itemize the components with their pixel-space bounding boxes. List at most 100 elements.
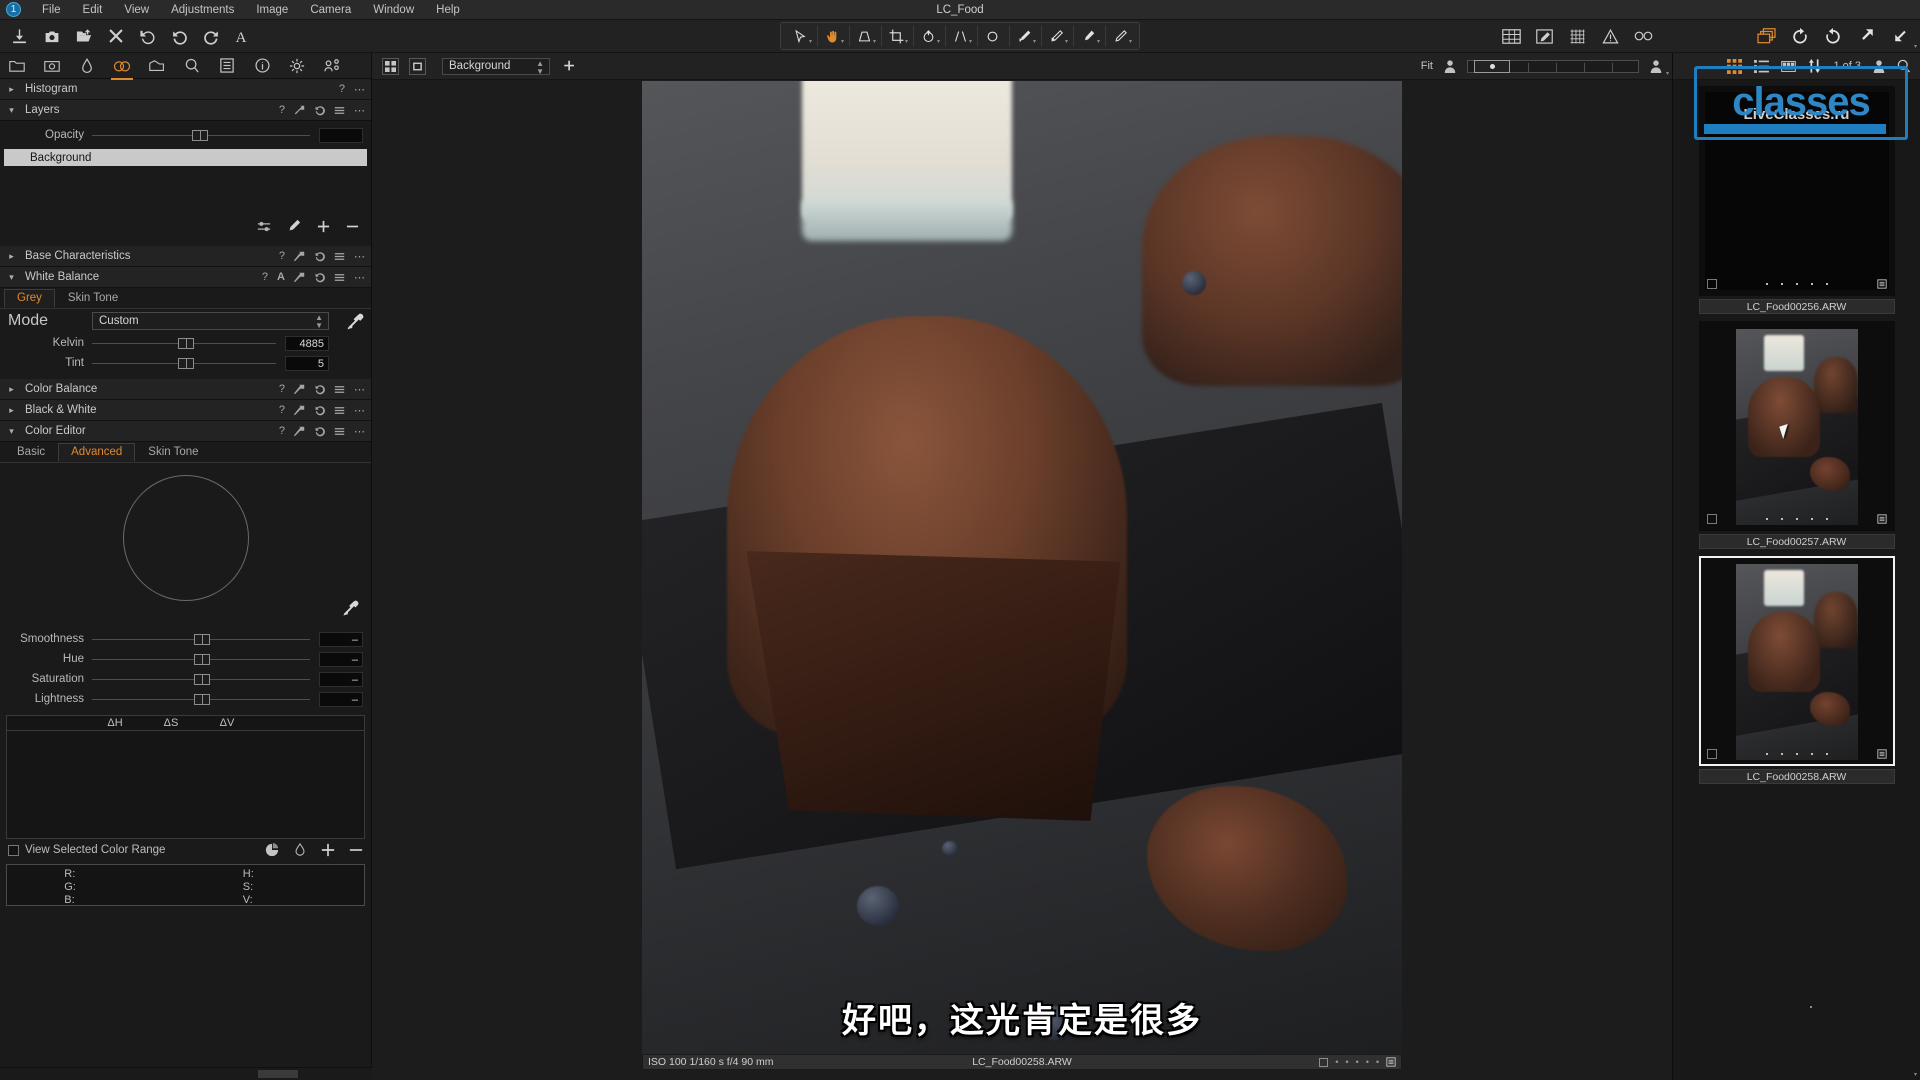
photo-preview[interactable] (642, 81, 1402, 1066)
tool-histogram-header[interactable]: ▸ Histogram ? ⋯ (0, 79, 371, 100)
wb-tint-value[interactable]: 5 (285, 355, 329, 371)
menu-view[interactable]: View (113, 4, 160, 16)
tool-tab-lens[interactable] (78, 57, 96, 75)
menu-help[interactable]: Help (425, 4, 471, 16)
collapse-icon[interactable] (1889, 27, 1908, 46)
pie-icon[interactable] (265, 843, 279, 857)
tool-tab-adjustments[interactable] (218, 57, 236, 75)
menu-adjustments[interactable]: Adjustments (160, 4, 245, 16)
keystone-tool[interactable]: ▾ (849, 25, 879, 47)
tab-advanced[interactable]: Advanced (58, 443, 136, 462)
more-icon[interactable]: ⋯ (354, 104, 365, 117)
metadata-icon[interactable] (1876, 749, 1887, 759)
thumbnail-frame[interactable] (1698, 321, 1895, 531)
more-icon[interactable]: ⋯ (354, 250, 365, 263)
reset-icon[interactable] (294, 405, 305, 416)
redo-icon[interactable] (202, 27, 221, 46)
ce-lightness-knob[interactable] (194, 693, 211, 705)
undo-all-icon[interactable] (138, 27, 157, 46)
color-tag-icon[interactable] (1706, 514, 1717, 524)
tool-color-editor-header[interactable]: ▾ Color Editor ? ⋯ (0, 421, 371, 442)
menu-icon[interactable] (334, 427, 345, 436)
tool-white-balance-header[interactable]: ▾ White Balance ? A ⋯ (0, 267, 371, 288)
grid-view-icon[interactable] (1727, 58, 1743, 74)
more-icon[interactable]: ⋯ (354, 383, 365, 396)
view-selected-color-range-checkbox[interactable] (8, 844, 19, 856)
help-icon[interactable]: ? (279, 383, 285, 395)
help-icon[interactable]: ? (279, 104, 285, 116)
wb-kelvin-value[interactable]: 4885 (285, 335, 329, 351)
image-canvas[interactable] (642, 81, 1402, 1066)
ce-smoothness-slider[interactable] (92, 633, 310, 645)
auto-icon[interactable]: A (277, 271, 285, 283)
tool-tab-color[interactable] (111, 57, 133, 80)
zoom-slider-knob[interactable] (1474, 59, 1510, 73)
list-view-icon[interactable] (1754, 59, 1770, 73)
ce-smoothness-knob[interactable] (194, 633, 211, 645)
opacity-value[interactable] (319, 127, 363, 143)
straighten-tool[interactable]: ▾ (945, 25, 975, 47)
wb-kelvin-slider[interactable] (92, 337, 276, 349)
reset-icon[interactable] (294, 384, 305, 395)
opacity-slider[interactable] (92, 129, 310, 141)
menu-icon[interactable] (334, 385, 345, 394)
eraser-brush-tool[interactable]: ▾ (1041, 25, 1071, 47)
more-icon[interactable]: ⋯ (354, 404, 365, 417)
more-icon[interactable]: ⋯ (354, 271, 365, 284)
rotate-tool[interactable]: ▾ (913, 25, 943, 47)
pan-tool[interactable]: ▾ (817, 25, 847, 47)
layer-select[interactable]: Background ▲ ▼ (442, 57, 550, 75)
metadata-icon[interactable] (1876, 279, 1887, 289)
rating-dots[interactable] (1717, 283, 1877, 285)
more-icon[interactable]: ⋯ (354, 425, 365, 438)
search-icon[interactable]: ▾ (1897, 59, 1917, 1078)
zoom-fit-label[interactable]: Fit (1421, 60, 1433, 72)
single-view-icon[interactable] (409, 57, 426, 75)
tool-tab-output[interactable] (288, 57, 306, 75)
ce-hue-value[interactable]: – (319, 651, 363, 667)
pointer-tool[interactable]: ▾ (785, 25, 815, 47)
sort-icon[interactable] (1808, 59, 1821, 73)
ce-lightness-value[interactable]: – (319, 691, 363, 707)
undo-icon[interactable] (170, 27, 189, 46)
help-icon[interactable]: ? (262, 271, 268, 283)
ce-smoothness-value[interactable]: – (319, 631, 363, 647)
user-icon[interactable] (1873, 59, 1885, 73)
capture-icon[interactable] (42, 27, 61, 46)
tab-skin-tone[interactable]: Skin Tone (135, 443, 211, 462)
help-icon[interactable]: ? (279, 425, 285, 437)
remove-icon[interactable] (346, 220, 359, 233)
reset-icon[interactable] (294, 105, 305, 116)
add-icon[interactable] (317, 220, 330, 233)
tool-tab-capture[interactable] (43, 57, 61, 75)
invert-icon[interactable] (293, 843, 307, 857)
color-range-table-body[interactable] (6, 731, 365, 839)
reset-icon[interactable] (294, 426, 305, 437)
ce-saturation-slider[interactable] (92, 673, 310, 685)
rating-dots[interactable] (1717, 753, 1877, 755)
tool-tab-library[interactable] (8, 57, 26, 75)
opacity-slider-knob[interactable] (192, 129, 209, 141)
reset-icon[interactable] (294, 251, 305, 262)
annotate-text-icon[interactable]: A ▾ (234, 27, 1917, 50)
tab-basic[interactable]: Basic (4, 443, 58, 462)
duplicate-variant-icon[interactable] (1757, 27, 1776, 46)
reset-icon[interactable] (294, 272, 305, 283)
ce-saturation-knob[interactable] (194, 673, 211, 685)
spot-removal-tool[interactable] (977, 25, 1007, 47)
tool-tab-details[interactable] (183, 57, 201, 75)
tool-black-and-white-header[interactable]: ▸ Black & White ? ⋯ (0, 400, 371, 421)
crop-tool[interactable]: ▾ (881, 25, 911, 47)
thumbnail-frame-selected[interactable] (1698, 556, 1895, 766)
add-layer-icon[interactable]: ▾ (560, 57, 1669, 77)
grid-view-icon[interactable] (1502, 27, 1521, 46)
menu-icon[interactable] (334, 273, 345, 282)
wb-mode-select[interactable]: Custom ▲ ▼ (92, 312, 329, 330)
export-icon[interactable] (74, 27, 93, 46)
undo-icon[interactable] (314, 384, 325, 395)
wb-tint-knob[interactable] (178, 357, 195, 369)
brush-icon[interactable] (287, 219, 301, 233)
tool-layers-header[interactable]: ▾ Layers ? ⋯ (0, 100, 371, 121)
menu-image[interactable]: Image (245, 4, 299, 16)
color-tag-icon[interactable] (1706, 749, 1717, 759)
